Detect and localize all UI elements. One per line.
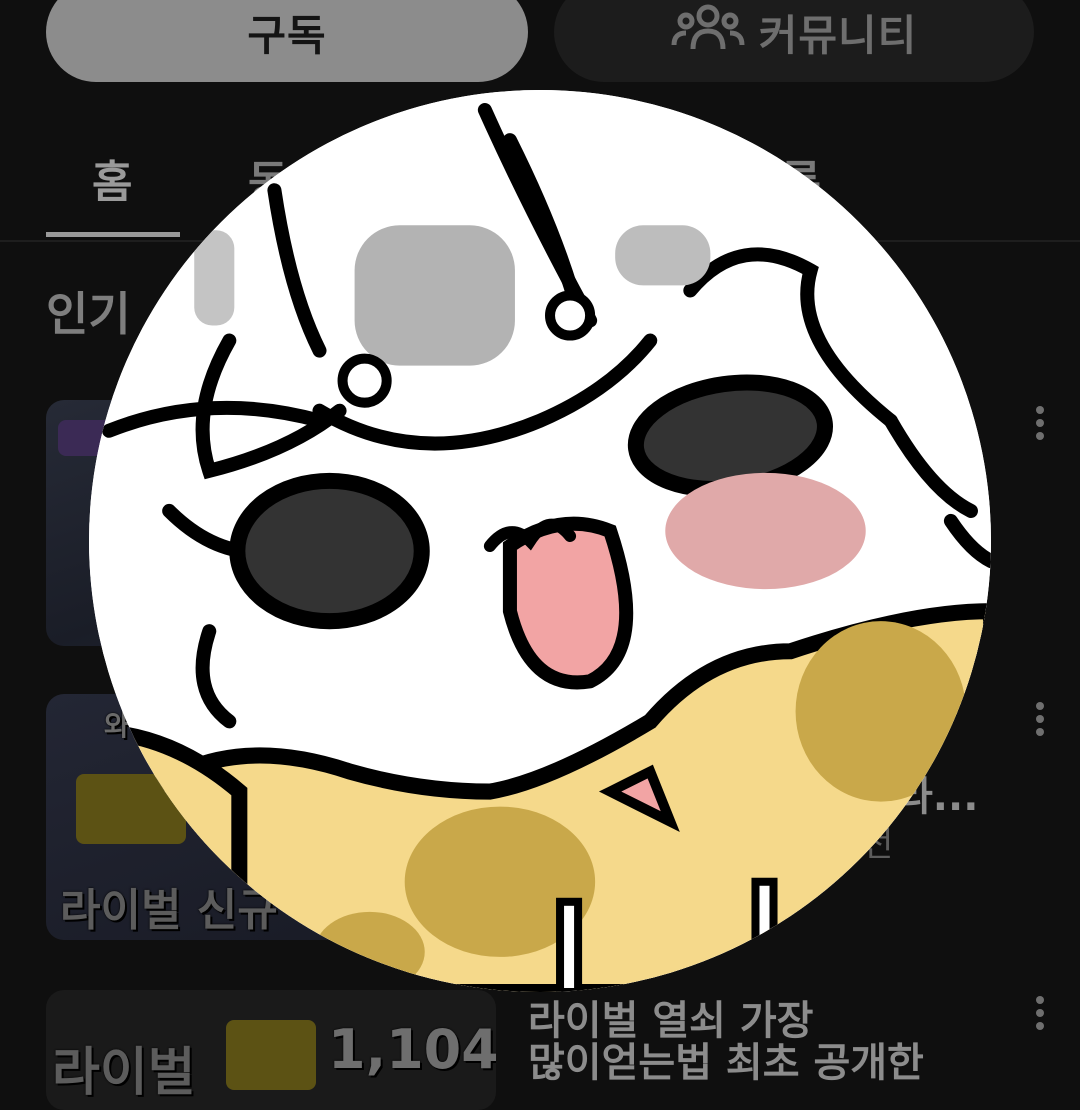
more-options-icon[interactable] xyxy=(1030,406,1050,445)
video-title[interactable]: 라이벌 열쇠 가장 많이얻는법 최초 공개한 xyxy=(528,1000,1048,1084)
thumbnail-title: 라이벌 xyxy=(52,1043,196,1103)
subscribe-label: 구독 xyxy=(247,10,327,60)
active-tab-indicator xyxy=(46,232,180,237)
thumbnail-count: 1,104 xyxy=(328,1018,496,1081)
avatar-illustration xyxy=(89,90,991,992)
community-button[interactable]: 커뮤니티 xyxy=(554,0,1034,82)
subscribe-button[interactable]: 구독 xyxy=(46,0,528,82)
section-title: 인기 xyxy=(46,287,131,341)
channel-avatar-enlarged xyxy=(89,90,991,992)
thumbnail-title: 라이벌 신규 xyxy=(60,885,278,936)
more-options-icon[interactable] xyxy=(1030,702,1050,741)
tab-home[interactable]: 홈 xyxy=(92,146,132,210)
community-label: 커뮤니티 xyxy=(758,10,918,60)
video-title-line: 라이벌 열쇠 가장 xyxy=(528,998,814,1044)
video-title-line: 많이얻는법 최초 공개한 xyxy=(528,1040,924,1086)
video-thumbnail[interactable]: 라이벌 1,104 xyxy=(46,990,496,1110)
people-group-icon xyxy=(671,0,745,65)
